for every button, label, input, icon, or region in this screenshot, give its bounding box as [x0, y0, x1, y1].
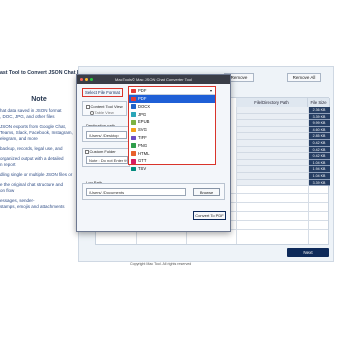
format-option-label: TIFF: [138, 134, 147, 140]
file-format-options: PDF DOCX JPG EPUB SVG TIFF PNG HTML GTT TSV: [129, 95, 215, 173]
maximize-window-icon[interactable]: [90, 78, 93, 81]
file-path-cell[interactable]: [236, 126, 308, 134]
next-button[interactable]: Next: [287, 248, 329, 257]
jpg-icon: [131, 112, 136, 117]
file-path-cell[interactable]: [236, 139, 308, 147]
pdf-icon: [131, 88, 136, 94]
file-format-current: PDF: [138, 88, 147, 93]
custom-folder-checkbox[interactable]: [85, 150, 89, 154]
custom-folder-input[interactable]: Note : Do not Enter these: [86, 156, 128, 164]
file-size-cell: 2.85 KB: [308, 133, 330, 140]
file-format-select[interactable]: PDF ▾: [129, 87, 215, 95]
format-option-label: HTML: [138, 150, 150, 156]
feature-list: hat data saved in JSON format, DOC, JPG,…: [0, 108, 78, 210]
remove-all-button[interactable]: Remove All: [287, 73, 321, 82]
size-column: 2.36 KB 3.39 KB 9.99 KB 4.60 KB 2.85 KB 0.42 …: [308, 107, 330, 187]
format-option-label: TSV: [138, 166, 147, 172]
table-view-radio[interactable]: [90, 111, 94, 115]
file-path-cell[interactable]: [236, 113, 308, 121]
content-tool-view-option[interactable]: Content Tool View: [86, 104, 123, 109]
file-path-cell[interactable]: [236, 120, 308, 127]
format-option-tsv[interactable]: TSV: [129, 165, 215, 173]
file-size-cell: 0.42 KB: [308, 153, 330, 160]
convert-button[interactable]: Convert To PDF: [193, 211, 226, 220]
format-option-pdf[interactable]: PDF: [129, 95, 215, 103]
format-option-label: PDF: [138, 96, 147, 101]
column-header-size: File Size: [308, 98, 330, 107]
footer-text: Copyright Mac Tool. All rights reserved: [130, 262, 192, 266]
file-path-cell[interactable]: [236, 179, 308, 187]
file-path-cell[interactable]: [236, 146, 308, 154]
tiff-icon: [131, 135, 136, 141]
close-window-icon[interactable]: [80, 78, 83, 81]
format-option-label: JPG: [138, 111, 147, 117]
format-option-svg[interactable]: SVG: [129, 126, 215, 134]
file-path-cell[interactable]: [236, 133, 308, 140]
destination-path-input[interactable]: /Users/ /Desktop: [86, 131, 127, 139]
content-view-group: Content Tool View Table View: [82, 101, 127, 116]
browse-button[interactable]: Browse: [193, 188, 220, 196]
format-option-tiff[interactable]: TIFF: [129, 134, 215, 142]
custom-folder-label: Custom Folder: [89, 149, 116, 154]
file-size-cell: 2.36 KB: [308, 107, 330, 114]
table-view-option[interactable]: Table View: [90, 110, 114, 115]
format-option-label: SVG: [138, 127, 147, 133]
html-icon: [131, 151, 136, 156]
file-format-dropdown[interactable]: PDF ▾ PDF DOCX JPG EPUB SVG TIFF PNG HTML GTT TSV: [128, 86, 216, 172]
log-path-input[interactable]: /Users/ /Documents: [86, 188, 186, 196]
dialog-title: MacTools© Mac JSON Chat Converter Tool: [115, 77, 192, 82]
file-size-cell: 1.04 KB: [308, 172, 330, 180]
file-size-cell: 0.42 KB: [308, 139, 330, 147]
tsv-icon: [131, 166, 136, 172]
select-file-format-label: Select File Format: [82, 88, 123, 97]
window-controls: [80, 78, 93, 81]
path-column: [236, 107, 308, 187]
column-header-path: File/Directory Path: [236, 98, 308, 107]
gtt-icon: [131, 159, 136, 164]
epub-icon: [131, 120, 136, 125]
format-option-label: DOCX: [138, 103, 151, 109]
file-path-cell[interactable]: [236, 172, 308, 180]
pdf-icon: [131, 96, 136, 102]
format-option-epub[interactable]: EPUB: [129, 118, 215, 126]
content-tool-view-label: Content Tool View: [90, 104, 123, 109]
format-option-label: GTT: [138, 158, 147, 164]
format-option-html[interactable]: HTML: [129, 150, 215, 158]
feature-line: dling single or multiple JSON files or: [0, 172, 73, 177]
chevron-down-icon: ▾: [209, 88, 212, 93]
file-path-cell[interactable]: [236, 153, 308, 160]
file-size-cell: 3.39 KB: [308, 113, 330, 121]
format-option-label: EPUB: [138, 119, 150, 125]
file-size-cell: 4.60 KB: [308, 126, 330, 134]
table-view-label: Table View: [94, 110, 114, 115]
svg-icon: [131, 127, 136, 133]
feature-line: stamps, emojis and attachments: [0, 204, 65, 209]
png-icon: [131, 143, 136, 148]
format-option-label: PNG: [138, 142, 148, 148]
file-size-cell: 0.42 KB: [308, 146, 330, 154]
dialog-titlebar: MacTools© Mac JSON Chat Converter Tool: [77, 75, 230, 84]
file-path-cell[interactable]: [236, 107, 308, 114]
file-size-cell: 9.99 KB: [308, 120, 330, 127]
file-size-cell: 3.39 KB: [308, 179, 330, 187]
file-path-cell[interactable]: [236, 166, 308, 173]
custom-folder-option[interactable]: Custom Folder: [85, 149, 116, 154]
file-size-cell: 1.94 KB: [308, 166, 330, 173]
docx-icon: [131, 104, 136, 109]
minimize-window-icon[interactable]: [85, 78, 88, 81]
file-size-cell: 1.04 KB: [308, 159, 330, 167]
format-option-docx[interactable]: DOCX: [129, 103, 215, 111]
content-tool-view-checkbox[interactable]: [86, 105, 90, 109]
format-option-jpg[interactable]: JPG: [129, 111, 215, 119]
note-title: Note: [31, 96, 47, 103]
format-option-gtt[interactable]: GTT: [129, 157, 215, 165]
feature-notes: Note hat data saved in JSON format, DOC,…: [0, 96, 78, 210]
format-option-png[interactable]: PNG: [129, 142, 215, 150]
file-path-cell[interactable]: [236, 159, 308, 167]
